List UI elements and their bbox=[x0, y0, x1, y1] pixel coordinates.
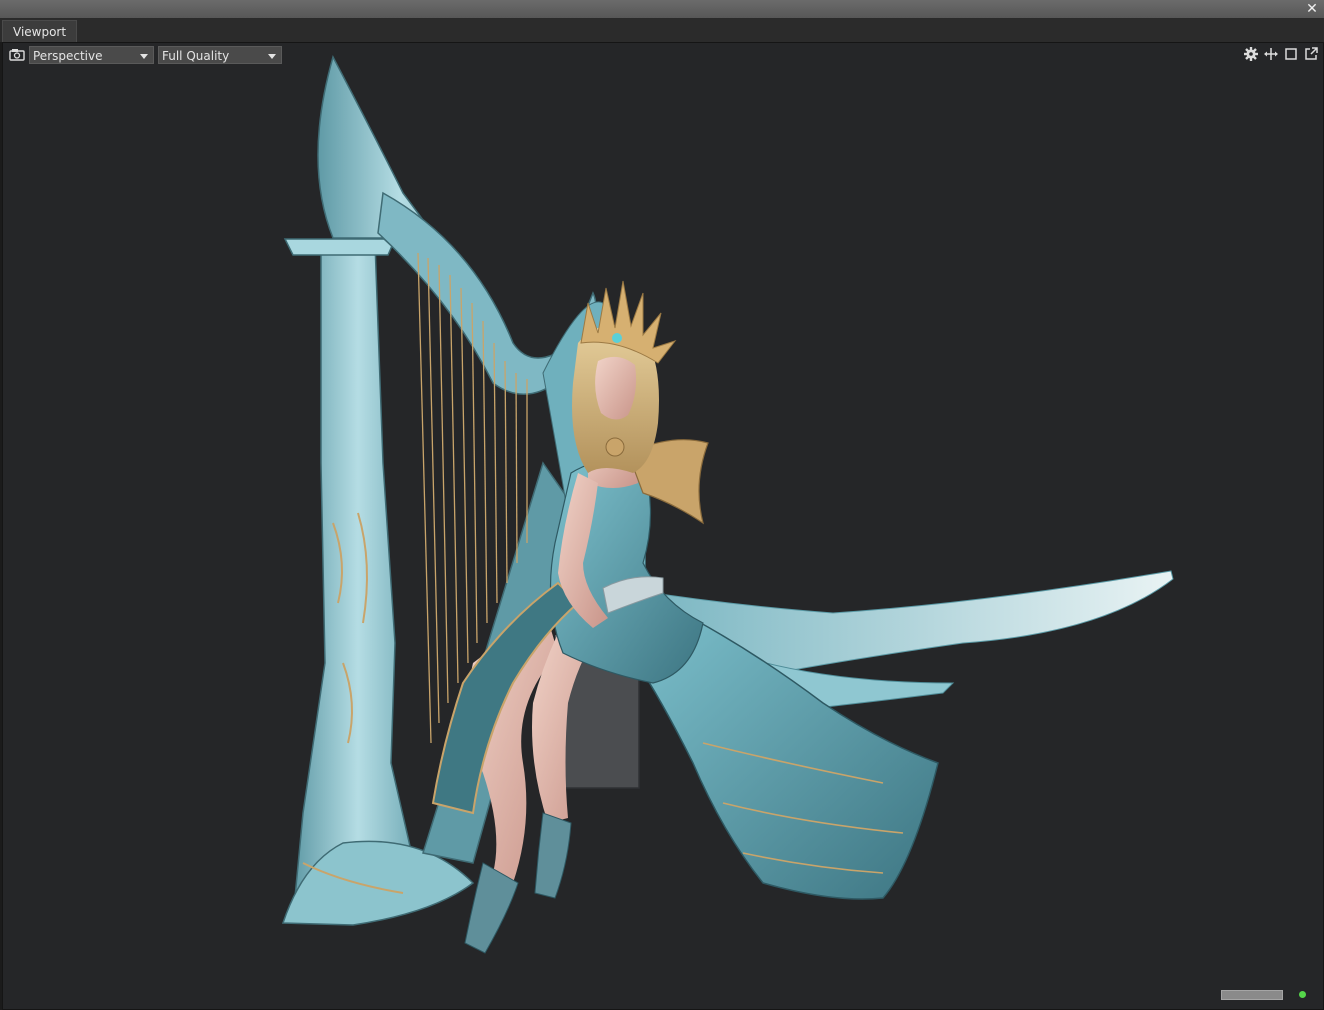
view-mode-dropdown[interactable]: Perspective bbox=[29, 46, 154, 64]
popout-icon[interactable] bbox=[1303, 46, 1319, 62]
close-icon[interactable]: ✕ bbox=[1304, 0, 1320, 18]
chevron-down-icon bbox=[268, 54, 276, 59]
crown-gem bbox=[612, 333, 622, 343]
viewport-toolbar: Perspective Full Quality bbox=[3, 43, 1323, 67]
quality-value: Full Quality bbox=[162, 49, 230, 63]
status-indicator bbox=[1299, 991, 1306, 998]
tab-bar: Viewport bbox=[0, 19, 1324, 43]
camera-icon[interactable] bbox=[9, 47, 25, 63]
tab-viewport[interactable]: Viewport bbox=[2, 20, 78, 43]
move-icon[interactable] bbox=[1263, 46, 1279, 62]
maximize-icon[interactable] bbox=[1283, 46, 1299, 62]
viewport-tool-icons bbox=[1243, 46, 1319, 64]
settings-icon[interactable] bbox=[1243, 46, 1259, 62]
shoe-right bbox=[534, 812, 572, 899]
harp-capital bbox=[283, 238, 397, 256]
3d-scene-render[interactable] bbox=[3, 43, 1323, 1009]
quality-dropdown[interactable]: Full Quality bbox=[158, 46, 282, 64]
render-status bbox=[1221, 988, 1311, 1000]
harp-column bbox=[292, 242, 424, 924]
render-progress-bar bbox=[1221, 990, 1283, 1000]
viewport-panel[interactable]: Perspective Full Quality bbox=[2, 42, 1324, 1010]
window-titlebar: ✕ bbox=[0, 0, 1324, 19]
chevron-down-icon bbox=[140, 54, 148, 59]
view-mode-value: Perspective bbox=[33, 49, 103, 63]
figure-face bbox=[595, 356, 637, 420]
neck-ornament bbox=[605, 437, 625, 457]
